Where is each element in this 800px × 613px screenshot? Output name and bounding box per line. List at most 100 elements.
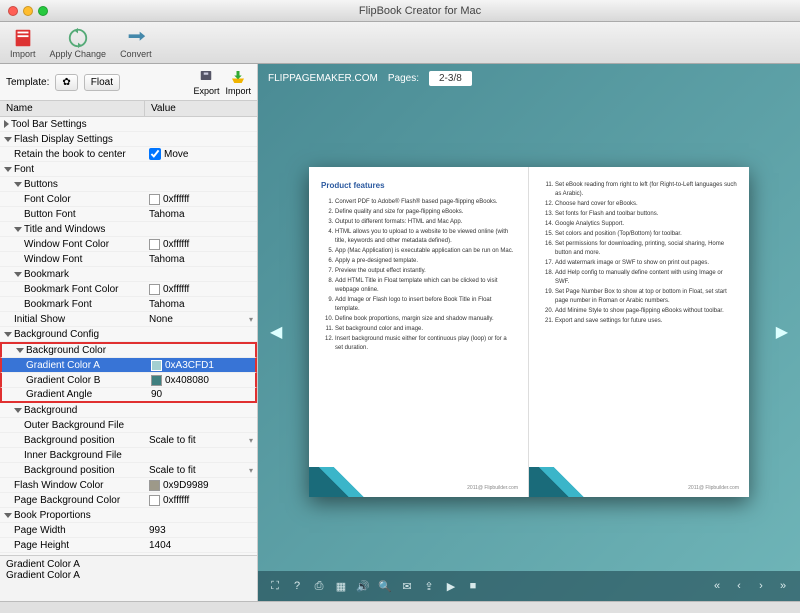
prop-row[interactable]: Gradient Angle90: [0, 388, 257, 403]
property-grid[interactable]: Tool Bar Settings Flash Display SettingsR…: [0, 117, 257, 555]
template-import-button[interactable]: Import: [225, 68, 251, 96]
prop-row[interactable]: Initial ShowNone▾: [0, 312, 257, 327]
prop-row[interactable]: Font Color0xffffff: [0, 192, 257, 207]
prop-row[interactable]: Page Background Color0xffffff: [0, 493, 257, 508]
prop-row[interactable]: Inner Background File: [0, 448, 257, 463]
convert-button[interactable]: Convert: [120, 24, 152, 61]
first-page-icon[interactable]: «: [710, 579, 724, 593]
expand-icon[interactable]: [4, 332, 12, 337]
prop-row[interactable]: Background Config: [0, 327, 257, 342]
print-icon[interactable]: ⎙: [312, 579, 326, 593]
sound-icon[interactable]: 🔊: [356, 579, 370, 593]
prev-page-icon[interactable]: ‹: [732, 579, 746, 593]
prop-row[interactable]: Tool Bar Settings: [0, 117, 257, 132]
prop-row[interactable]: Button FontTahoma: [0, 207, 257, 222]
expand-icon[interactable]: [4, 120, 9, 128]
color-swatch[interactable]: [149, 239, 160, 250]
prop-row[interactable]: Window FontTahoma: [0, 252, 257, 267]
prop-name: Gradient Angle: [26, 389, 92, 400]
feature-item: Add watermark image or SWF to show on pr…: [555, 259, 737, 268]
prop-row[interactable]: Retain the book to centerMove: [0, 147, 257, 162]
col-value: Value: [145, 101, 182, 116]
last-page-icon[interactable]: »: [776, 579, 790, 593]
help-icon[interactable]: ?: [290, 579, 304, 593]
prop-row[interactable]: Flash Display Settings: [0, 132, 257, 147]
next-page-arrow[interactable]: ▶: [766, 312, 798, 352]
prop-row[interactable]: Page Height1404: [0, 538, 257, 553]
dropdown-icon[interactable]: ▾: [249, 466, 253, 475]
prop-row[interactable]: Gradient Color B0x408080: [0, 373, 257, 388]
minimize-icon[interactable]: [23, 6, 33, 16]
prop-row[interactable]: Bookmark FontTahoma: [0, 297, 257, 312]
stop-icon[interactable]: ■: [466, 579, 480, 593]
prop-row[interactable]: Background positionScale to fit▾: [0, 433, 257, 448]
color-swatch[interactable]: [149, 495, 160, 506]
template-float-button[interactable]: Float: [84, 74, 120, 91]
prop-row[interactable]: Window Font Color0xffffff: [0, 237, 257, 252]
prop-row[interactable]: Background Color: [0, 342, 257, 358]
template-settings-button[interactable]: ✿: [55, 74, 77, 91]
feature-item: Set Page Number Box to show at top or bo…: [555, 288, 737, 306]
expand-icon[interactable]: [4, 167, 12, 172]
feature-item: Choose hard cover for eBooks.: [555, 200, 737, 209]
thumbnails-icon[interactable]: ▦: [334, 579, 348, 593]
close-icon[interactable]: [8, 6, 18, 16]
props-header: Name Value: [0, 101, 257, 117]
expand-icon[interactable]: [16, 348, 24, 353]
prop-checkbox[interactable]: [149, 148, 161, 160]
prop-name: Book Proportions: [14, 510, 91, 521]
zoom-icon[interactable]: [38, 6, 48, 16]
expand-icon[interactable]: [14, 227, 22, 232]
color-swatch[interactable]: [149, 194, 160, 205]
prop-name: Gradient Color B: [26, 375, 100, 386]
expand-icon[interactable]: [4, 513, 12, 518]
preview-header: FLIPPAGEMAKER.COM Pages: 2-3/8: [258, 64, 800, 92]
expand-icon[interactable]: [14, 182, 22, 187]
prop-name: Initial Show: [14, 314, 65, 325]
fullscreen-icon[interactable]: ⛶: [268, 579, 282, 593]
share-icon[interactable]: ⇪: [422, 579, 436, 593]
prop-name: Tool Bar Settings: [11, 119, 87, 130]
template-row: Template: ✿ Float Export Import: [0, 64, 257, 101]
book-area: ◀ Product features Convert PDF to Adobe®…: [258, 92, 800, 571]
expand-icon[interactable]: [14, 408, 22, 413]
color-swatch[interactable]: [151, 360, 162, 371]
expand-icon[interactable]: [14, 272, 22, 277]
import-button[interactable]: Import: [10, 24, 36, 61]
color-swatch[interactable]: [151, 375, 162, 386]
prop-row[interactable]: Buttons: [0, 177, 257, 192]
prop-row[interactable]: Book Proportions: [0, 508, 257, 523]
template-export-button[interactable]: Export: [193, 68, 219, 96]
left-page: Product features Convert PDF to Adobe® F…: [309, 167, 529, 497]
prop-row[interactable]: Flash Window Color0x9D9989: [0, 478, 257, 493]
desc-title: Gradient Color A: [6, 559, 251, 570]
email-icon[interactable]: ✉: [400, 579, 414, 593]
prop-row[interactable]: Bookmark Font Color0xffffff: [0, 282, 257, 297]
color-swatch[interactable]: [149, 480, 160, 491]
prop-name: Outer Background File: [24, 420, 124, 431]
prop-row[interactable]: Gradient Color A0xA3CFD1: [0, 358, 257, 373]
prop-row[interactable]: Font: [0, 162, 257, 177]
prop-row[interactable]: Page Width993: [0, 523, 257, 538]
prop-row[interactable]: Outer Background File: [0, 418, 257, 433]
autoflip-icon[interactable]: ▶: [444, 579, 458, 593]
prop-name: Font: [14, 164, 34, 175]
book-pages[interactable]: Product features Convert PDF to Adobe® F…: [309, 167, 749, 497]
prop-name: Font Color: [24, 194, 71, 205]
prop-name: Background position: [24, 435, 115, 446]
next-page-icon[interactable]: ›: [754, 579, 768, 593]
zoom-icon[interactable]: 🔍: [378, 579, 392, 593]
dropdown-icon[interactable]: ▾: [249, 436, 253, 445]
page-corner-graphic: [529, 467, 599, 497]
color-swatch[interactable]: [149, 284, 160, 295]
apply-change-button[interactable]: Apply Change: [50, 24, 107, 61]
prop-row[interactable]: Bookmark: [0, 267, 257, 282]
prop-row[interactable]: Background positionScale to fit▾: [0, 463, 257, 478]
dropdown-icon[interactable]: ▾: [249, 315, 253, 324]
prop-row[interactable]: Title and Windows: [0, 222, 257, 237]
expand-icon[interactable]: [4, 137, 12, 142]
prop-name: Window Font Color: [24, 239, 109, 250]
prop-row[interactable]: Background: [0, 403, 257, 418]
pages-indicator[interactable]: 2-3/8: [429, 71, 472, 86]
prev-page-arrow[interactable]: ◀: [260, 312, 292, 352]
